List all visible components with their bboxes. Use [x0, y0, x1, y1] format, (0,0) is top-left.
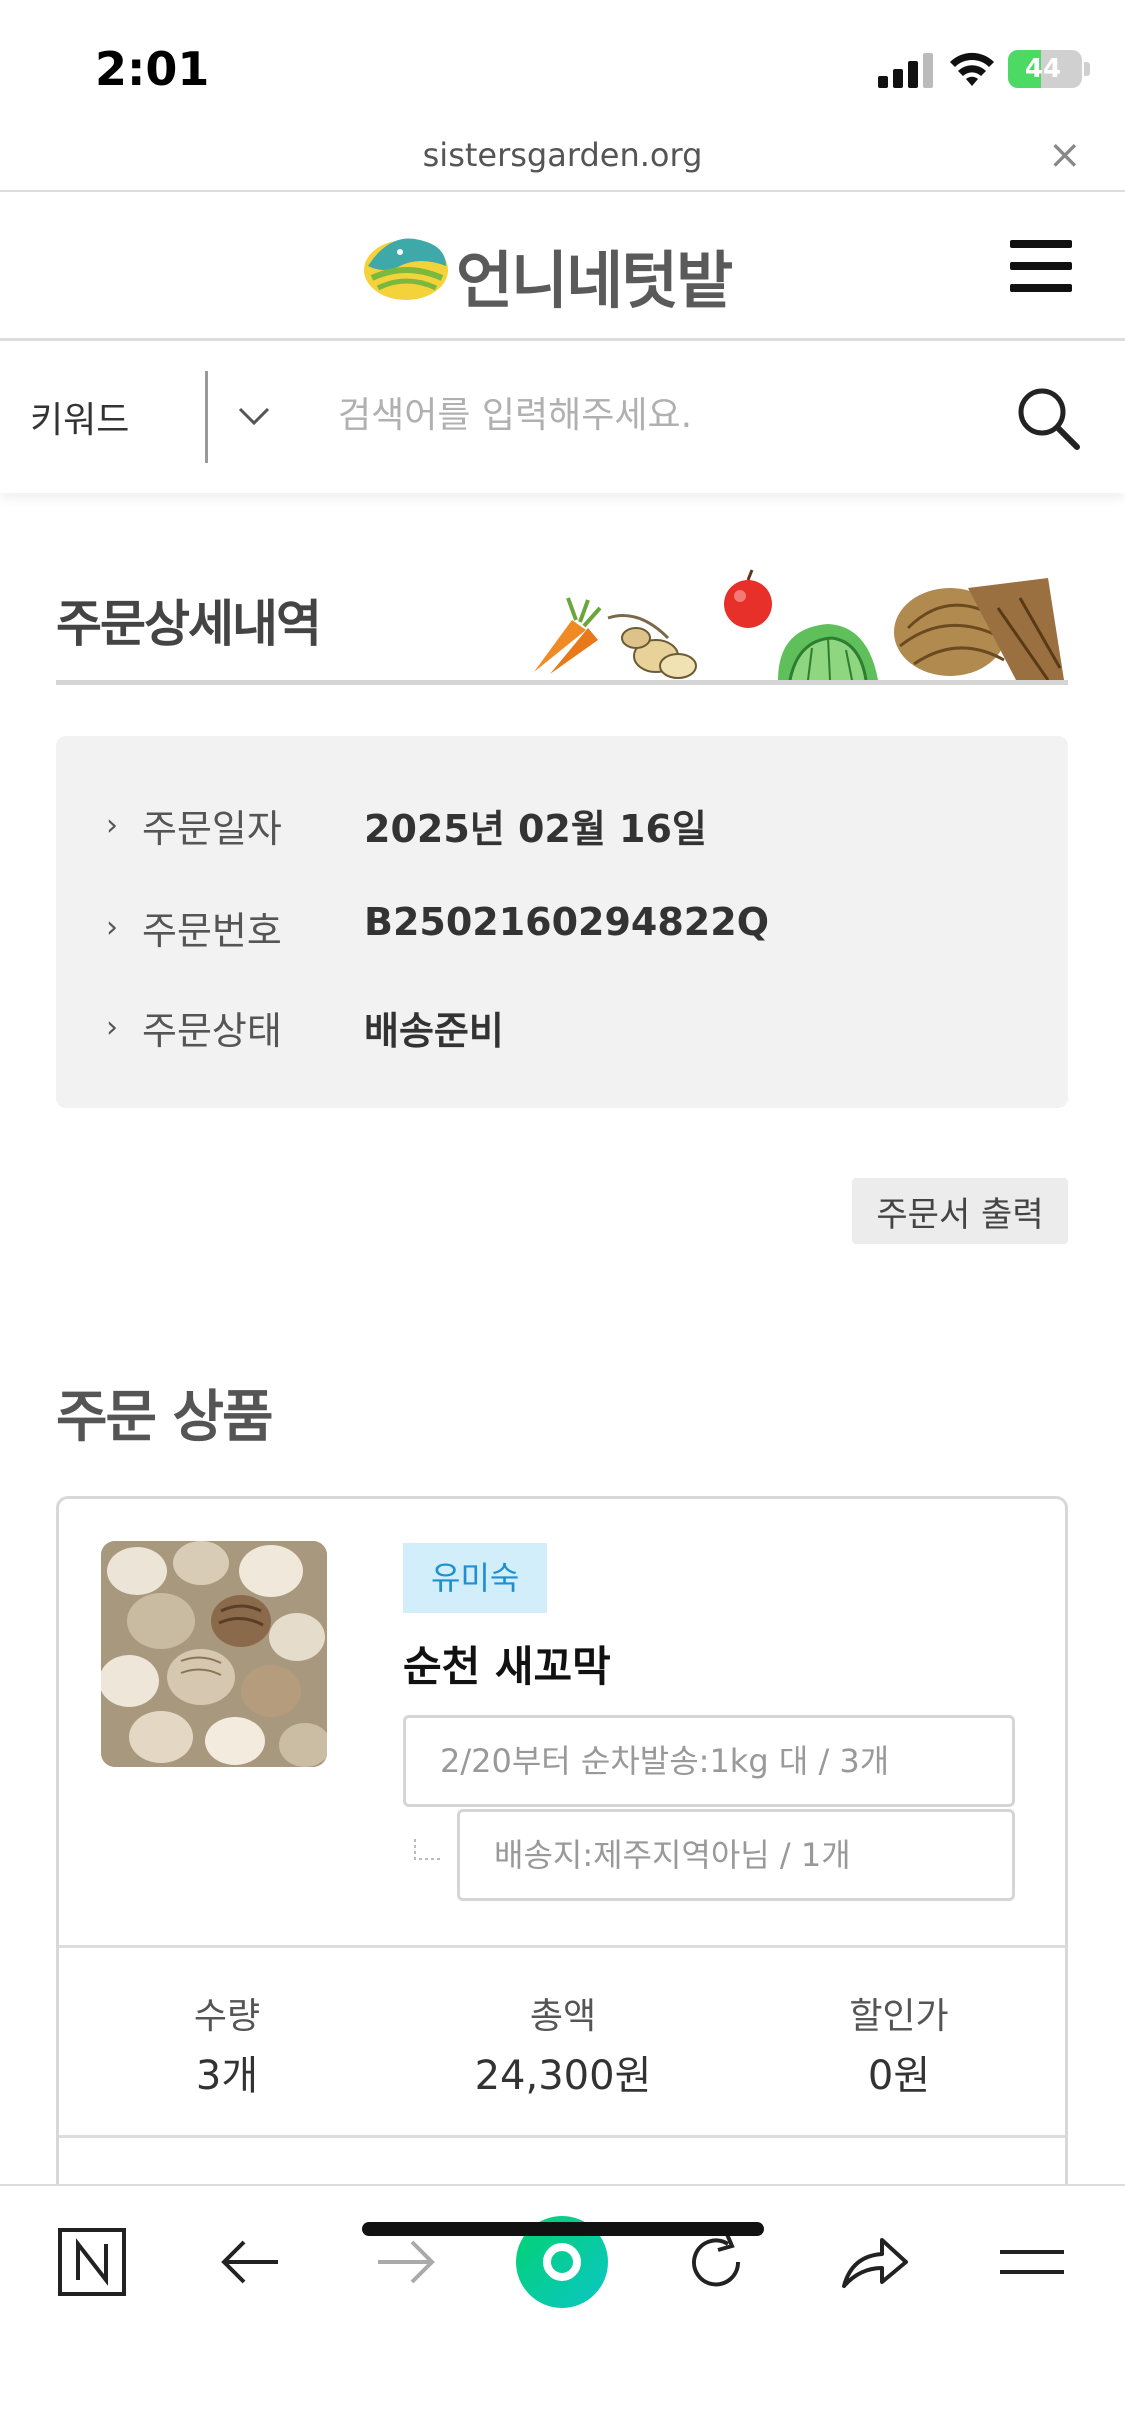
order-info-box: › 주문일자 2025년 02월 16일 › 주문번호 B25021602948… — [56, 736, 1068, 1108]
wifi-icon — [950, 52, 994, 86]
order-date-label: 주문일자 — [142, 807, 282, 851]
chevron-right-icon: › — [106, 1010, 118, 1045]
share-icon[interactable] — [834, 2222, 914, 2302]
home-indicator[interactable] — [362, 2222, 764, 2236]
chevron-down-icon[interactable] — [232, 393, 276, 437]
search-icon[interactable] — [1015, 385, 1081, 451]
battery-icon: 44 — [1008, 50, 1082, 88]
discount-label: 할인가 — [849, 1996, 949, 2037]
section-divider — [56, 680, 1068, 685]
battery-cap — [1084, 62, 1090, 76]
browser-url[interactable]: sistersgarden.org — [0, 136, 1125, 174]
battery-percent: 44 — [1024, 54, 1062, 84]
search-bar: 키워드 — [0, 341, 1125, 493]
product-image[interactable] — [101, 1541, 327, 1767]
chevron-right-icon: › — [106, 910, 118, 945]
naver-home-icon[interactable] — [52, 2222, 132, 2302]
quantity-value: 3개 — [195, 2053, 259, 2099]
logo-text: 언니네텃밭 — [456, 244, 733, 317]
divider — [0, 190, 1125, 192]
menu-icon[interactable] — [992, 2222, 1072, 2302]
product-sub-option: 배송지:제주지역아님 / 1개 — [457, 1809, 1015, 1901]
divider — [205, 371, 208, 463]
cockle-photo — [101, 1541, 327, 1767]
quantity-label: 수량 — [193, 1996, 261, 2037]
vegetables-illustration — [534, 569, 1064, 680]
site-logo[interactable]: 언니네텃밭 — [360, 222, 770, 317]
search-input[interactable] — [338, 385, 978, 445]
total-value: 24,300원 — [474, 2053, 652, 2099]
back-arrow-icon[interactable] — [210, 2222, 290, 2302]
product-name[interactable]: 순천 새꼬막 — [403, 1633, 611, 1694]
search-category-select[interactable]: 키워드 — [30, 391, 129, 443]
discount-stat: 할인가 0원 — [731, 1987, 1067, 2101]
card-divider — [59, 2135, 1065, 2138]
status-bar: 2:01 44 sistersgarden.org × — [0, 0, 1125, 178]
sub-option-connector-icon — [414, 1839, 441, 1860]
cellular-signal-icon — [878, 53, 933, 88]
order-items-title: 주문 상품 — [56, 1385, 274, 1450]
order-number-label: 주문번호 — [142, 909, 282, 953]
order-status-value: 배송준비 — [364, 1009, 504, 1053]
card-divider — [59, 1945, 1065, 1948]
discount-value: 0원 — [867, 2053, 931, 2099]
order-date-value: 2025년 02월 16일 — [364, 807, 707, 851]
seller-badge: 유미숙 — [403, 1543, 548, 1613]
print-order-button[interactable]: 주문서 출력 — [852, 1178, 1068, 1244]
quantity-stat: 수량 3개 — [59, 1987, 395, 2101]
status-time: 2:01 — [95, 42, 210, 96]
close-icon[interactable]: × — [1048, 132, 1082, 178]
total-label: 총액 — [529, 1996, 597, 2037]
logo-emblem-icon — [364, 238, 448, 300]
page-title: 주문상세내역 — [56, 595, 322, 653]
order-status-label: 주문상태 — [142, 1009, 282, 1053]
order-number-value: B2502160294822Q — [364, 900, 769, 944]
hamburger-menu-icon[interactable] — [1010, 240, 1072, 292]
chevron-right-icon: › — [106, 808, 118, 843]
product-option: 2/20부터 순차발송:1kg 대 / 3개 — [403, 1715, 1015, 1807]
total-stat: 총액 24,300원 — [395, 1987, 731, 2101]
